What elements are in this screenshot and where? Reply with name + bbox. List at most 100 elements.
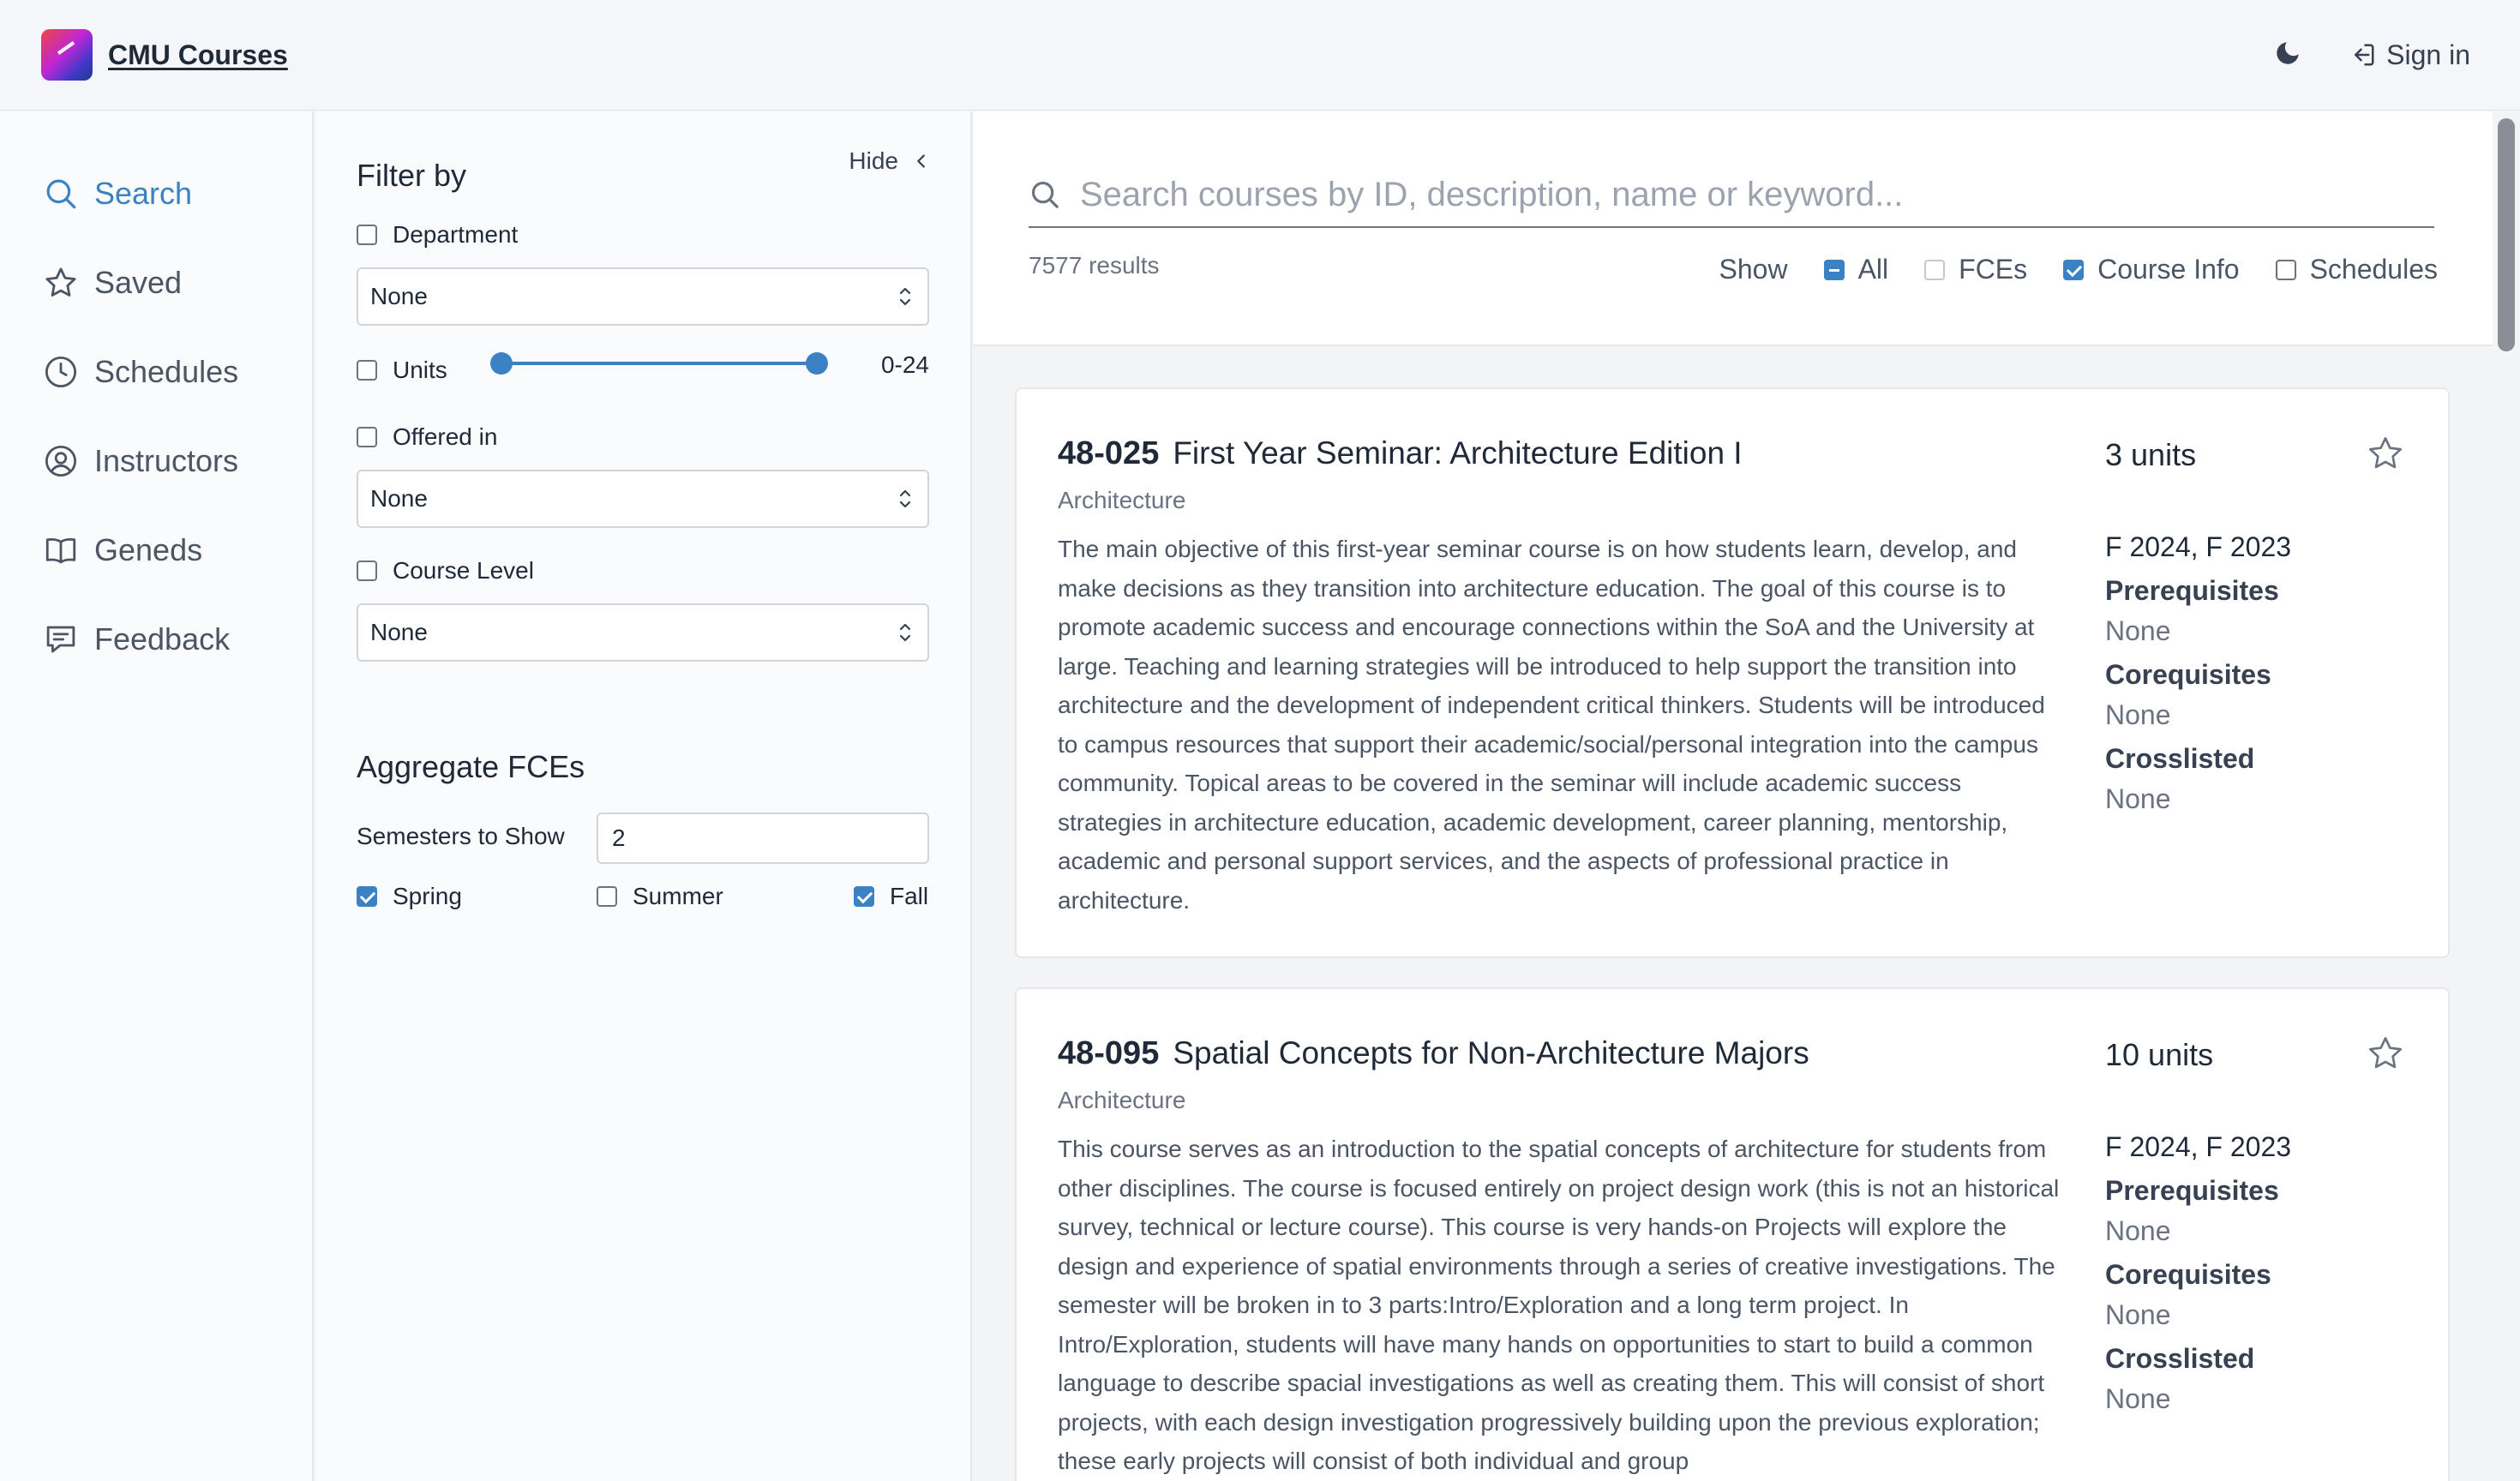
save-course-button[interactable] (2366, 1034, 2405, 1077)
units-checkbox[interactable] (357, 360, 377, 381)
app-logo (41, 29, 93, 81)
course-description: This course serves as an introduction to… (1058, 1136, 2060, 1474)
show-all-label: All (1857, 254, 1889, 285)
chevron-up-down-icon (899, 287, 911, 306)
star-icon (2369, 1037, 2402, 1069)
brand-link[interactable]: CMU Courses (41, 29, 288, 81)
corequisites-label: Corequisites (2105, 659, 2271, 690)
crosslisted-label: Crosslisted (2105, 1343, 2255, 1374)
hide-filter-button[interactable]: Hide (849, 147, 931, 175)
sidebar-item-saved[interactable]: Saved (0, 238, 312, 327)
sidebar-item-label: Schedules (94, 354, 239, 389)
fall-checkbox[interactable] (854, 886, 874, 907)
department-label: Department (393, 221, 519, 248)
semesters-input[interactable]: 2 (597, 812, 929, 864)
clock-icon (45, 356, 77, 388)
semesters-label: Semesters to Show (357, 823, 565, 849)
sidebar-item-instructors[interactable]: Instructors (0, 417, 312, 506)
units-filter-row: Units (357, 357, 447, 384)
show-all-checkbox[interactable] (1823, 259, 1845, 280)
header-actions: Sign in (2273, 39, 2470, 72)
offered-label: Offered in (393, 423, 498, 450)
show-fces-option[interactable]: FCEs (1924, 254, 2027, 285)
offered-checkbox[interactable] (357, 427, 377, 447)
sidebar-item-schedules[interactable]: Schedules (0, 327, 312, 417)
crosslisted-value: None (2105, 1383, 2171, 1414)
crosslisted-label: Crosslisted (2105, 743, 2255, 774)
sidebar-item-geneds[interactable]: Geneds (0, 506, 312, 595)
course-semesters: F 2024, F 2023 (2105, 531, 2292, 562)
sidebar-item-label: Feedback (94, 621, 231, 657)
save-course-button[interactable] (2366, 434, 2405, 477)
show-schedules-checkbox[interactable] (2275, 259, 2296, 280)
department-filter-row: Department (357, 221, 518, 249)
show-course-info-checkbox[interactable] (2063, 259, 2085, 280)
show-course-info-label: Course Info (2097, 254, 2240, 285)
summer-label: Summer (633, 883, 723, 909)
level-filter-row: Course Level (357, 557, 534, 585)
star-icon (2369, 437, 2402, 469)
department-select-value: None (370, 283, 428, 309)
course-id[interactable]: 48-095 (1058, 1035, 1159, 1072)
top-header: CMU Courses Sign in (0, 0, 2520, 111)
sidebar-item-feedback[interactable]: Feedback (0, 595, 312, 684)
sidebar-item-label: Instructors (94, 443, 239, 478)
search-header: Search courses by ID, description, name … (974, 111, 2493, 346)
show-label: Show (1719, 254, 1788, 285)
sidebar-item-label: Geneds (94, 532, 203, 567)
show-course-info-option[interactable]: Course Info (2063, 254, 2240, 285)
show-fces-checkbox[interactable] (1924, 259, 1946, 280)
course-info: F 2024, F 2023 Prerequisites None Corequ… (2105, 1131, 2291, 1427)
units-range-value: 0-24 (880, 351, 929, 378)
course-id[interactable]: 48-025 (1058, 435, 1159, 472)
fall-option: Fall (854, 883, 928, 910)
star-icon (45, 267, 76, 297)
summer-option: Summer (597, 883, 723, 910)
course-heading: 48-095 Spatial Concepts for Non-Architec… (1058, 1035, 1809, 1072)
crosslisted-value: None (2105, 783, 2171, 814)
dark-mode-toggle[interactable] (2273, 39, 2302, 72)
user-circle-icon (45, 445, 77, 477)
sidebar-item-label: Saved (94, 265, 183, 300)
chevron-up-down-icon (899, 623, 911, 642)
course-heading: 48-025 First Year Seminar: Architecture … (1058, 435, 1743, 472)
sidebar-item-label: Search (94, 176, 193, 211)
spring-option: Spring (357, 883, 462, 910)
level-select[interactable]: None (357, 603, 929, 662)
corequisites-label: Corequisites (2105, 1259, 2271, 1290)
corequisites-value: None (2105, 1299, 2171, 1330)
spring-checkbox[interactable] (357, 886, 377, 907)
prerequisites-label: Prerequisites (2105, 1175, 2279, 1206)
course-units: 3 units (2105, 437, 2197, 472)
search-icon (46, 179, 76, 209)
units-label: Units (393, 357, 447, 383)
offered-select[interactable]: None (357, 470, 929, 528)
fall-label: Fall (890, 883, 929, 909)
units-slider-min-handle[interactable] (490, 352, 513, 375)
level-checkbox[interactable] (357, 561, 377, 581)
sign-in-button[interactable]: Sign in (2350, 39, 2470, 71)
moon-icon[interactable] (2273, 39, 2302, 68)
sign-in-label: Sign in (2386, 39, 2470, 70)
summer-checkbox[interactable] (597, 886, 617, 907)
chevron-left-icon (917, 154, 925, 168)
search-icon (1031, 181, 1059, 208)
scrollbar-thumb[interactable] (2498, 118, 2515, 351)
show-schedules-label: Schedules (2309, 254, 2438, 285)
course-name[interactable]: First Year Seminar: Architecture Edition… (1173, 435, 1742, 471)
search-input[interactable]: Search courses by ID, description, name … (1029, 163, 2434, 228)
course-card: 48-095 Spatial Concepts for Non-Architec… (1015, 987, 2450, 1481)
units-slider[interactable] (490, 352, 828, 375)
spring-label: Spring (393, 883, 462, 909)
sidebar-item-search[interactable]: Search (0, 149, 312, 238)
course-name[interactable]: Spatial Concepts for Non-Architecture Ma… (1173, 1035, 1809, 1071)
brand-name[interactable]: CMU Courses (108, 39, 288, 71)
units-slider-max-handle[interactable] (806, 352, 828, 375)
chevron-up-down-icon (899, 489, 911, 508)
department-checkbox[interactable] (357, 225, 377, 245)
show-all-option[interactable]: All (1823, 254, 1889, 285)
department-select[interactable]: None (357, 267, 929, 326)
search-placeholder: Search courses by ID, description, name … (1080, 175, 1904, 213)
page-scrollbar[interactable] (2493, 111, 2520, 1481)
show-schedules-option[interactable]: Schedules (2275, 254, 2438, 285)
